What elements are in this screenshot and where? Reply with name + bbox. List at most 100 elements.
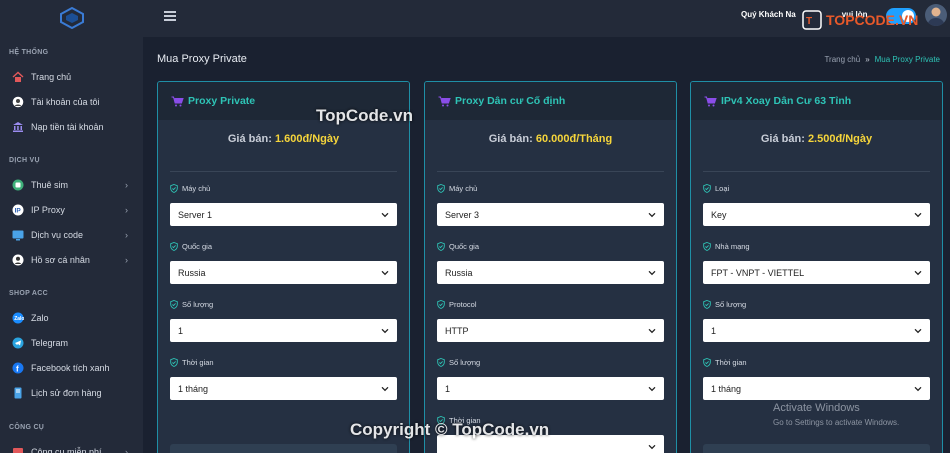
sidebar-item-label: IP Proxy (31, 204, 65, 215)
field-label: Số lượng (170, 298, 397, 310)
sidebar-item[interactable]: Hồ sơ cá nhân › (0, 247, 143, 272)
select-dropdown[interactable]: 1 (703, 319, 930, 342)
field-label-text: Số lượng (715, 299, 747, 309)
sidebar-item[interactable]: IP IP Proxy › (0, 197, 143, 222)
select-value: Server 1 (178, 209, 213, 220)
breadcrumb: Trang chủ » Mua Proxy Private (824, 55, 940, 64)
sidebar-item[interactable]: Tài khoản của tôi (0, 89, 143, 114)
buy-button[interactable] (170, 444, 397, 453)
select-dropdown[interactable]: Server 1 (170, 203, 397, 226)
select-dropdown[interactable]: Russia (437, 261, 664, 284)
sidebar-item-label: Tài khoản của tôi (31, 96, 100, 107)
select-value: FPT - VNPT - VIETTEL (711, 267, 805, 278)
history-icon (12, 387, 24, 399)
shield-check-icon (703, 357, 711, 367)
activate-windows-subtitle: Go to Settings to activate Windows. (773, 418, 900, 427)
chevron-down-icon (381, 386, 389, 392)
field-label: Số lượng (703, 298, 930, 310)
page-title: Mua Proxy Private (157, 53, 247, 65)
sidebar-item[interactable]: Trang chủ (0, 64, 143, 89)
select-value: 1 tháng (711, 383, 742, 394)
field-label-text: Số lượng (182, 299, 214, 309)
topcode-logo-icon: T (802, 10, 822, 30)
chevron-right-icon: › (125, 205, 128, 215)
form-field: Thời gian 1 tháng (691, 356, 942, 400)
sidebar-item[interactable]: f Facebook tích xanh (0, 355, 143, 380)
field-label: Máy chủ (170, 182, 397, 194)
sidebar-item-label: Nạp tiền tài khoản (31, 121, 104, 132)
brand-text: TOPCODE.VN (826, 12, 919, 28)
chevron-right-icon: › (125, 230, 128, 240)
price-value: 2.500đ/Ngày (807, 133, 873, 145)
logo[interactable] (0, 0, 143, 36)
form-field: Quốc gia Russia (158, 240, 409, 284)
price-line: Giá bán: 60.000đ/Tháng (425, 133, 676, 145)
price-label: Giá bán: (760, 133, 805, 145)
form-field: Quốc gia Russia (425, 240, 676, 284)
shield-check-icon (437, 241, 445, 251)
field-label: Quốc gia (170, 240, 397, 252)
copyright-watermark: Copyright © TopCode.vn (350, 420, 550, 439)
select-dropdown[interactable]: Russia (170, 261, 397, 284)
form-field: Protocol HTTP (425, 298, 676, 342)
activate-windows-title: Activate Windows (773, 402, 860, 414)
select-dropdown[interactable]: 1 (170, 319, 397, 342)
shield-check-icon (170, 299, 178, 309)
chevron-down-icon (381, 270, 389, 276)
field-label-text: Loại (715, 183, 730, 193)
select-value: 1 (711, 325, 717, 336)
field-label: Số lượng (437, 356, 664, 368)
field-label: Thời gian (703, 356, 930, 368)
svg-text:Zalo: Zalo (14, 316, 24, 322)
field-label-text: Thời gian (182, 357, 214, 367)
cart-icon (171, 96, 184, 107)
card-title-text: IPv4 Xoay Dân Cư 63 Tỉnh (721, 95, 852, 107)
chevron-down-icon (914, 212, 922, 218)
select-dropdown[interactable]: FPT - VNPT - VIETTEL (703, 261, 930, 284)
shield-check-icon (170, 241, 178, 251)
sidebar-item-label: Công cụ miễn phí (31, 446, 102, 453)
facebook-icon: f (12, 362, 24, 374)
sidebar-item-label: Zalo (31, 312, 49, 323)
avatar[interactable] (925, 4, 947, 26)
sidebar-item-label: Facebook tích xanh (31, 362, 110, 373)
select-dropdown[interactable]: 1 tháng (170, 377, 397, 400)
select-dropdown[interactable]: Key (703, 203, 930, 226)
sidebar-item[interactable]: Thuê sim › (0, 172, 143, 197)
select-dropdown[interactable]: HTTP (437, 319, 664, 342)
product-card: IPv4 Xoay Dân Cư 63 Tỉnh Giá bán: 2.500đ/… (690, 81, 943, 453)
breadcrumb-home-link[interactable]: Trang chủ (824, 55, 860, 64)
card-title-text: Proxy Dân cư Cố định (455, 95, 566, 107)
sidebar-item[interactable]: Dịch vụ code › (0, 222, 143, 247)
select-dropdown[interactable]: Server 3 (437, 203, 664, 226)
form-field: Máy chủ Server 3 (425, 182, 676, 226)
zalo-icon: Zalo (12, 312, 24, 324)
sidebar-item[interactable]: Zalo Zalo (0, 305, 143, 330)
card-title: IPv4 Xoay Dân Cư 63 Tỉnh (691, 82, 942, 120)
sidebar-item[interactable]: Nạp tiền tài khoản (0, 114, 143, 139)
field-label-text: Thời gian (715, 357, 747, 367)
sidebar-item-label: Trang chủ (31, 71, 72, 82)
sidebar-item[interactable]: Telegram (0, 330, 143, 355)
cart-icon (438, 96, 451, 107)
field-label: Thời gian (170, 356, 397, 368)
select-dropdown[interactable]: 1 (437, 377, 664, 400)
sidebar-section-title: DỊCH VỤ (9, 157, 40, 164)
field-label: Protocol (437, 298, 664, 310)
chevron-down-icon (648, 212, 656, 218)
logo-icon (59, 7, 84, 29)
bank-icon (12, 121, 24, 133)
buy-button[interactable] (703, 444, 930, 453)
select-dropdown[interactable]: 1 tháng (703, 377, 930, 400)
tool-icon (12, 446, 24, 453)
sidebar-item[interactable]: Công cụ miễn phí › (0, 439, 143, 453)
telegram-icon (12, 337, 24, 349)
shield-check-icon (170, 183, 178, 193)
shield-check-icon (703, 241, 711, 251)
chevron-down-icon (648, 386, 656, 392)
menu-toggle-icon[interactable] (164, 11, 176, 21)
chevron-down-icon (914, 328, 922, 334)
sidebar-section-title: SHOP ACC (9, 290, 48, 297)
breadcrumb-separator: » (865, 55, 870, 64)
sidebar-item[interactable]: Lịch sử đơn hàng (0, 380, 143, 405)
